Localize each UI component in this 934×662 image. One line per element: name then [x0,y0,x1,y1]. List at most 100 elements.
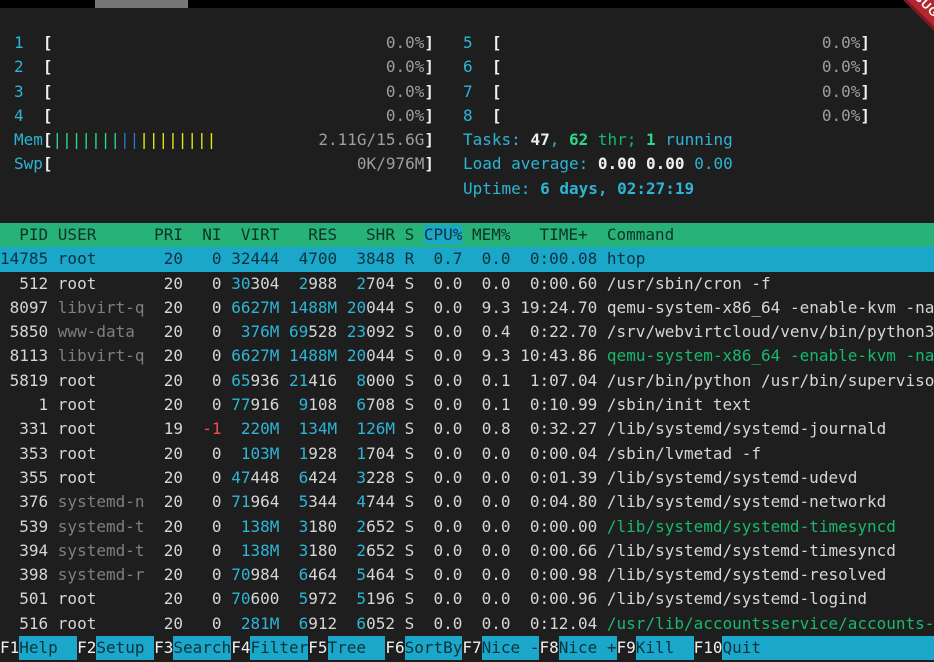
process-row-376[interactable]: 376 systemd-n 20 0 71964 5344 4744 S 0.0… [0,490,934,514]
cell-user: systemd-t [58,541,154,560]
cpu-meter-id: 5 [463,31,492,55]
cell-mem-percent: 0.8 [472,419,520,438]
fkey-f1-help[interactable]: F1Help [0,636,77,660]
fkey-f5-tree[interactable]: F5Tree [308,636,385,660]
fkey-f7-nice-[interactable]: F7Nice - [462,636,539,660]
fkey-f4-filter[interactable]: F4Filter [231,636,308,660]
cell-shr-low [395,419,405,438]
process-row-512[interactable]: 512 root 20 0 30304 2988 2704 S 0.0 0.0 … [0,272,934,296]
uptime-label: Uptime: [463,179,540,198]
cell-command: /lib/systemd/systemd-networkd [607,492,886,511]
fkey-label[interactable]: Nice + [559,636,617,660]
fkey-label[interactable]: Quit [722,636,934,660]
cell-state: R [405,249,424,268]
fkey-key[interactable]: F8 [539,636,558,660]
fkey-key[interactable]: F2 [77,636,96,660]
cell-command: qemu-system-x86_64 -enable-kvm -na [607,298,934,317]
cell-shr: 3 [347,468,366,487]
cell-virt: 138M [231,541,279,560]
fkey-key[interactable]: F3 [154,636,173,660]
process-row-14785[interactable]: 14785 root 20 0 32444 4700 3848 R 0.7 0.… [0,247,934,271]
fkey-label[interactable]: Nice - [482,636,540,660]
process-row-8097[interactable]: 8097 libvirt-q 20 0 6627M 1488M 20044 S … [0,296,934,320]
memory-meter-value: 2.11G/15.6G [318,128,424,152]
cell-pri: 20 [154,517,193,536]
fkey-label[interactable]: Kill [636,636,694,660]
process-row-516[interactable]: 516 root 20 0 281M 6912 6052 S 0.0 0.0 0… [0,612,934,636]
cell-ni: 0 [193,346,232,365]
cell-shr-low: 464 [366,565,405,584]
cell-pri: 20 [154,541,193,560]
process-row-8113[interactable]: 8113 libvirt-q 20 0 6627M 1488M 20044 S … [0,344,934,368]
fkey-label[interactable]: Tree [328,636,386,660]
fkey-label[interactable]: SortBy [405,636,463,660]
process-row-1[interactable]: 1 root 20 0 77916 9108 6708 S 0.0 0.1 0:… [0,393,934,417]
process-row-398[interactable]: 398 systemd-r 20 0 70984 6464 5464 S 0.0… [0,563,934,587]
cell-time: 0:00.98 [520,565,607,584]
cell-user: systemd-r [58,565,154,584]
memory-meter-pipes: ||||||||||||||||| [53,128,217,152]
header-columns-right[interactable]: MEM% TIME+ Command [462,225,674,244]
cell-command: /sbin/lvmetad -f [607,444,761,463]
cell-time: 0:00.66 [520,541,607,560]
cell-pid: 331 [0,419,58,438]
fkey-f8-nice-[interactable]: F8Nice + [539,636,616,660]
bracket-close: ] [424,80,434,104]
fkey-key[interactable]: F7 [462,636,481,660]
process-row-539[interactable]: 539 systemd-t 20 0 138M 3180 2652 S 0.0 … [0,515,934,539]
cell-cpu-percent: 0.0 [424,492,472,511]
cell-virt-low: 964 [250,492,289,511]
process-row-331[interactable]: 331 root 19 -1 220M 134M 126M S 0.0 0.8 … [0,417,934,441]
process-row-355[interactable]: 355 root 20 0 47448 6424 3228 S 0.0 0.0 … [0,466,934,490]
fkey-label[interactable]: Help [19,636,77,660]
cell-mem-percent: 0.4 [472,322,520,341]
table-header[interactable]: PID USER PRI NI VIRT RES SHR S CPU% MEM%… [0,223,934,247]
fkey-label[interactable]: Filter [250,636,308,660]
process-row-501[interactable]: 501 root 20 0 70600 5972 5196 S 0.0 0.0 … [0,587,934,611]
memory-meter-label: Mem [14,128,43,152]
fkey-key[interactable]: F4 [231,636,250,660]
process-row-5819[interactable]: 5819 root 20 0 65936 21416 8000 S 0.0 0.… [0,369,934,393]
cell-state: S [405,395,424,414]
fkey-f3-search[interactable]: F3Search [154,636,231,660]
process-row-353[interactable]: 353 root 20 0 103M 1928 1704 S 0.0 0.0 0… [0,442,934,466]
cell-time: 19:24.70 [520,298,607,317]
cell-virt-low: 600 [250,589,289,608]
cell-state: S [405,589,424,608]
cell-res-low: 972 [308,589,347,608]
cell-ni: 0 [193,444,232,463]
cell-cpu-percent: 0.0 [424,541,472,560]
cell-cpu-percent: 0.0 [424,468,472,487]
fkey-f9-kill[interactable]: F9Kill [617,636,694,660]
cell-pid: 376 [0,492,58,511]
fkey-key[interactable]: F6 [385,636,404,660]
fkey-f6-sortby[interactable]: F6SortBy [385,636,462,660]
cell-ni: 0 [193,517,232,536]
fkey-label[interactable]: Setup [96,636,154,660]
cell-virt: 47 [231,468,250,487]
fkey-key[interactable]: F5 [308,636,327,660]
fkey-key[interactable]: F9 [617,636,636,660]
cell-res-low: 528 [308,322,347,341]
cell-virt: 77 [231,395,250,414]
fkey-f2-setup[interactable]: F2Setup [77,636,154,660]
header-sort-column-cpu[interactable]: CPU% [424,225,463,244]
cell-shr-low: 044 [366,346,405,365]
cell-ni: 0 [193,492,232,511]
cell-state: S [405,444,424,463]
cell-command: /usr/lib/accountsservice/accounts- [607,614,934,633]
cell-mem-percent: 0.1 [472,395,520,414]
cell-pri: 20 [154,468,193,487]
cell-virt-low: 984 [250,565,289,584]
fkey-f10-quit[interactable]: F10Quit [694,636,934,660]
process-row-5850[interactable]: 5850 www-data 20 0 376M 69528 23092 S 0.… [0,320,934,344]
cell-mem-percent: 0.0 [472,565,520,584]
fkey-label[interactable]: Search [173,636,231,660]
header-columns-left[interactable]: PID USER PRI NI VIRT RES SHR S [0,225,424,244]
cpu-meter-bar: 0.0% [502,104,861,128]
fkey-key[interactable]: F10 [694,636,723,660]
fkey-key[interactable]: F1 [0,636,19,660]
process-row-394[interactable]: 394 systemd-t 20 0 138M 3180 2652 S 0.0 … [0,539,934,563]
bracket-open: [ [492,80,502,104]
cell-command: /lib/systemd/systemd-timesyncd [607,541,896,560]
